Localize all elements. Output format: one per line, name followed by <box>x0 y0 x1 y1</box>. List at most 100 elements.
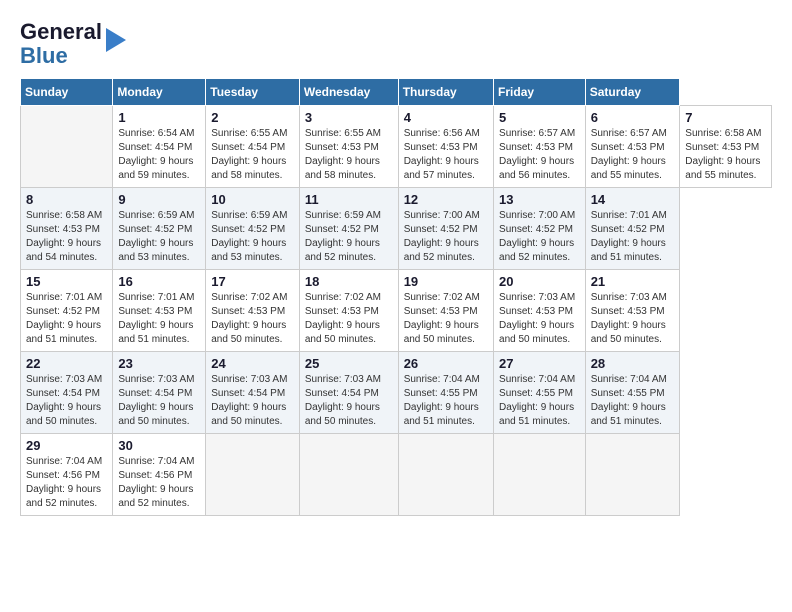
calendar-cell <box>299 434 398 516</box>
logo-text: GeneralBlue <box>20 20 102 68</box>
day-number: 22 <box>26 356 107 371</box>
weekday-header-row: Sunday Monday Tuesday Wednesday Thursday… <box>21 79 772 106</box>
calendar-cell: 15 Sunrise: 7:01 AM Sunset: 4:52 PM Dayl… <box>21 270 113 352</box>
calendar-cell: 26 Sunrise: 7:04 AM Sunset: 4:55 PM Dayl… <box>398 352 493 434</box>
week-row-3: 15 Sunrise: 7:01 AM Sunset: 4:52 PM Dayl… <box>21 270 772 352</box>
day-number: 25 <box>305 356 393 371</box>
day-number: 13 <box>499 192 580 207</box>
header-saturday: Saturday <box>585 79 680 106</box>
calendar-cell: 10 Sunrise: 6:59 AM Sunset: 4:52 PM Dayl… <box>206 188 300 270</box>
calendar-header: Sunday Monday Tuesday Wednesday Thursday… <box>21 79 772 106</box>
day-info: Sunrise: 7:02 AM Sunset: 4:53 PM Dayligh… <box>305 292 381 345</box>
day-info: Sunrise: 7:03 AM Sunset: 4:53 PM Dayligh… <box>591 292 667 345</box>
day-number: 18 <box>305 274 393 289</box>
day-info: Sunrise: 7:01 AM Sunset: 4:52 PM Dayligh… <box>26 292 102 345</box>
day-number: 28 <box>591 356 675 371</box>
day-number: 10 <box>211 192 294 207</box>
page-header: GeneralBlue <box>20 20 772 68</box>
day-number: 26 <box>404 356 488 371</box>
day-info: Sunrise: 6:57 AM Sunset: 4:53 PM Dayligh… <box>591 128 667 181</box>
calendar-cell: 28 Sunrise: 7:04 AM Sunset: 4:55 PM Dayl… <box>585 352 680 434</box>
calendar-cell: 12 Sunrise: 7:00 AM Sunset: 4:52 PM Dayl… <box>398 188 493 270</box>
calendar-cell: 17 Sunrise: 7:02 AM Sunset: 4:53 PM Dayl… <box>206 270 300 352</box>
day-number: 19 <box>404 274 488 289</box>
day-info: Sunrise: 6:56 AM Sunset: 4:53 PM Dayligh… <box>404 128 480 181</box>
day-info: Sunrise: 7:00 AM Sunset: 4:52 PM Dayligh… <box>499 210 575 263</box>
day-info: Sunrise: 7:02 AM Sunset: 4:53 PM Dayligh… <box>211 292 287 345</box>
day-info: Sunrise: 6:59 AM Sunset: 4:52 PM Dayligh… <box>305 210 381 263</box>
day-info: Sunrise: 7:04 AM Sunset: 4:55 PM Dayligh… <box>499 374 575 427</box>
day-info: Sunrise: 7:03 AM Sunset: 4:53 PM Dayligh… <box>499 292 575 345</box>
calendar-cell: 19 Sunrise: 7:02 AM Sunset: 4:53 PM Dayl… <box>398 270 493 352</box>
header-tuesday: Tuesday <box>206 79 300 106</box>
day-number: 21 <box>591 274 675 289</box>
header-monday: Monday <box>113 79 206 106</box>
day-info: Sunrise: 7:04 AM Sunset: 4:56 PM Dayligh… <box>118 456 194 509</box>
day-number: 4 <box>404 110 488 125</box>
calendar-cell: 21 Sunrise: 7:03 AM Sunset: 4:53 PM Dayl… <box>585 270 680 352</box>
day-info: Sunrise: 7:03 AM Sunset: 4:54 PM Dayligh… <box>26 374 102 427</box>
day-number: 11 <box>305 192 393 207</box>
day-info: Sunrise: 6:57 AM Sunset: 4:53 PM Dayligh… <box>499 128 575 181</box>
logo: GeneralBlue <box>20 20 130 68</box>
day-number: 12 <box>404 192 488 207</box>
calendar-cell: 30 Sunrise: 7:04 AM Sunset: 4:56 PM Dayl… <box>113 434 206 516</box>
calendar-cell: 20 Sunrise: 7:03 AM Sunset: 4:53 PM Dayl… <box>494 270 586 352</box>
day-info: Sunrise: 7:01 AM Sunset: 4:52 PM Dayligh… <box>591 210 667 263</box>
calendar-cell: 16 Sunrise: 7:01 AM Sunset: 4:53 PM Dayl… <box>113 270 206 352</box>
header-friday: Friday <box>494 79 586 106</box>
day-info: Sunrise: 7:03 AM Sunset: 4:54 PM Dayligh… <box>118 374 194 427</box>
calendar-cell: 1 Sunrise: 6:54 AM Sunset: 4:54 PM Dayli… <box>113 106 206 188</box>
day-number: 16 <box>118 274 200 289</box>
calendar-table: Sunday Monday Tuesday Wednesday Thursday… <box>20 78 772 516</box>
day-number: 20 <box>499 274 580 289</box>
calendar-cell: 8 Sunrise: 6:58 AM Sunset: 4:53 PM Dayli… <box>21 188 113 270</box>
day-number: 2 <box>211 110 294 125</box>
calendar-cell <box>398 434 493 516</box>
calendar-cell <box>206 434 300 516</box>
day-number: 27 <box>499 356 580 371</box>
calendar-cell: 29 Sunrise: 7:04 AM Sunset: 4:56 PM Dayl… <box>21 434 113 516</box>
calendar-cell: 3 Sunrise: 6:55 AM Sunset: 4:53 PM Dayli… <box>299 106 398 188</box>
calendar-cell: 25 Sunrise: 7:03 AM Sunset: 4:54 PM Dayl… <box>299 352 398 434</box>
day-info: Sunrise: 7:03 AM Sunset: 4:54 PM Dayligh… <box>305 374 381 427</box>
day-info: Sunrise: 7:02 AM Sunset: 4:53 PM Dayligh… <box>404 292 480 345</box>
calendar-cell: 4 Sunrise: 6:56 AM Sunset: 4:53 PM Dayli… <box>398 106 493 188</box>
calendar-cell: 9 Sunrise: 6:59 AM Sunset: 4:52 PM Dayli… <box>113 188 206 270</box>
day-info: Sunrise: 7:04 AM Sunset: 4:56 PM Dayligh… <box>26 456 102 509</box>
day-number: 15 <box>26 274 107 289</box>
calendar-cell <box>494 434 586 516</box>
calendar-cell: 5 Sunrise: 6:57 AM Sunset: 4:53 PM Dayli… <box>494 106 586 188</box>
day-info: Sunrise: 7:04 AM Sunset: 4:55 PM Dayligh… <box>404 374 480 427</box>
day-info: Sunrise: 7:00 AM Sunset: 4:52 PM Dayligh… <box>404 210 480 263</box>
day-number: 6 <box>591 110 675 125</box>
calendar-cell <box>585 434 680 516</box>
week-row-4: 22 Sunrise: 7:03 AM Sunset: 4:54 PM Dayl… <box>21 352 772 434</box>
day-info: Sunrise: 7:04 AM Sunset: 4:55 PM Dayligh… <box>591 374 667 427</box>
calendar-cell: 24 Sunrise: 7:03 AM Sunset: 4:54 PM Dayl… <box>206 352 300 434</box>
calendar-cell: 14 Sunrise: 7:01 AM Sunset: 4:52 PM Dayl… <box>585 188 680 270</box>
day-number: 29 <box>26 438 107 453</box>
day-number: 3 <box>305 110 393 125</box>
week-row-2: 8 Sunrise: 6:58 AM Sunset: 4:53 PM Dayli… <box>21 188 772 270</box>
header-wednesday: Wednesday <box>299 79 398 106</box>
day-info: Sunrise: 6:59 AM Sunset: 4:52 PM Dayligh… <box>118 210 194 263</box>
calendar-cell: 22 Sunrise: 7:03 AM Sunset: 4:54 PM Dayl… <box>21 352 113 434</box>
day-number: 1 <box>118 110 200 125</box>
calendar-cell: 7 Sunrise: 6:58 AM Sunset: 4:53 PM Dayli… <box>680 106 772 188</box>
calendar-cell: 2 Sunrise: 6:55 AM Sunset: 4:54 PM Dayli… <box>206 106 300 188</box>
header-sunday: Sunday <box>21 79 113 106</box>
header-thursday: Thursday <box>398 79 493 106</box>
day-number: 14 <box>591 192 675 207</box>
day-info: Sunrise: 7:03 AM Sunset: 4:54 PM Dayligh… <box>211 374 287 427</box>
day-number: 9 <box>118 192 200 207</box>
day-number: 5 <box>499 110 580 125</box>
day-info: Sunrise: 6:59 AM Sunset: 4:52 PM Dayligh… <box>211 210 287 263</box>
calendar-cell: 18 Sunrise: 7:02 AM Sunset: 4:53 PM Dayl… <box>299 270 398 352</box>
calendar-cell: 23 Sunrise: 7:03 AM Sunset: 4:54 PM Dayl… <box>113 352 206 434</box>
day-number: 23 <box>118 356 200 371</box>
day-number: 30 <box>118 438 200 453</box>
week-row-1: 1 Sunrise: 6:54 AM Sunset: 4:54 PM Dayli… <box>21 106 772 188</box>
calendar-cell: 13 Sunrise: 7:00 AM Sunset: 4:52 PM Dayl… <box>494 188 586 270</box>
day-info: Sunrise: 6:55 AM Sunset: 4:54 PM Dayligh… <box>211 128 287 181</box>
